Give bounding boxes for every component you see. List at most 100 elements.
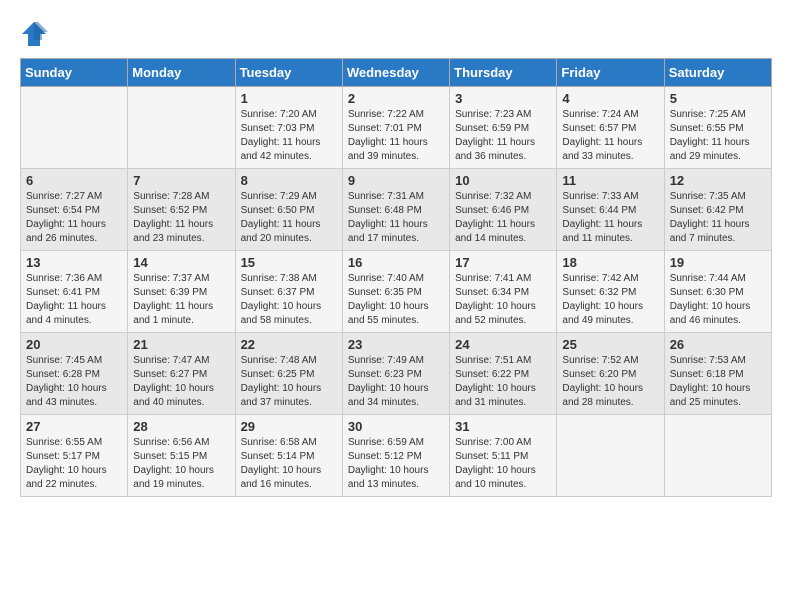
calendar-cell <box>664 415 771 497</box>
day-of-week-header: Friday <box>557 59 664 87</box>
calendar-cell: 13 Sunrise: 7:36 AM Sunset: 6:41 PM Dayli… <box>21 251 128 333</box>
calendar-week-row: 13 Sunrise: 7:36 AM Sunset: 6:41 PM Dayli… <box>21 251 772 333</box>
day-number: 9 <box>348 173 444 188</box>
cell-content: Sunrise: 7:35 AM Sunset: 6:42 PM Dayligh… <box>670 190 766 246</box>
calendar-cell: 31 Sunrise: 7:00 AM Sunset: 5:11 PM Dayli… <box>450 415 557 497</box>
day-number: 5 <box>670 91 766 106</box>
day-number: 10 <box>455 173 551 188</box>
cell-content: Sunrise: 7:40 AM Sunset: 6:35 PM Dayligh… <box>348 272 444 328</box>
calendar-cell: 2Sunrise: 7:22 AM Sunset: 7:01 PM Daylig… <box>342 87 449 169</box>
day-number: 14 <box>133 255 229 270</box>
cell-content: Sunrise: 7:49 AM Sunset: 6:23 PM Dayligh… <box>348 354 444 410</box>
calendar-cell: 8 Sunrise: 7:29 AM Sunset: 6:50 PM Daylig… <box>235 169 342 251</box>
day-number: 8 <box>241 173 337 188</box>
logo-icon <box>20 20 48 48</box>
calendar-cell: 23 Sunrise: 7:49 AM Sunset: 6:23 PM Dayli… <box>342 333 449 415</box>
day-number: 25 <box>562 337 658 352</box>
day-of-week-header: Thursday <box>450 59 557 87</box>
cell-content: Sunrise: 7:47 AM Sunset: 6:27 PM Dayligh… <box>133 354 229 410</box>
calendar-week-row: 1 Sunrise: 7:20 AM Sunset: 7:03 PM Daylig… <box>21 87 772 169</box>
day-number: 13 <box>26 255 122 270</box>
calendar-cell: 17 Sunrise: 7:41 AM Sunset: 6:34 PM Dayli… <box>450 251 557 333</box>
day-number: 20 <box>26 337 122 352</box>
calendar-cell: 3Sunrise: 7:23 AM Sunset: 6:59 PM Daylig… <box>450 87 557 169</box>
cell-content: Sunrise: 7:24 AM Sunset: 6:57 PM Dayligh… <box>562 108 658 164</box>
cell-content: Sunrise: 7:31 AM Sunset: 6:48 PM Dayligh… <box>348 190 444 246</box>
cell-content: Sunrise: 7:20 AM Sunset: 7:03 PM Dayligh… <box>241 108 337 164</box>
day-number: 1 <box>241 91 337 106</box>
cell-content: Sunrise: 7:25 AM Sunset: 6:55 PM Dayligh… <box>670 108 766 164</box>
calendar-cell: 6 Sunrise: 7:27 AM Sunset: 6:54 PM Daylig… <box>21 169 128 251</box>
calendar-cell: 1 Sunrise: 7:20 AM Sunset: 7:03 PM Daylig… <box>235 87 342 169</box>
cell-content: Sunrise: 6:56 AM Sunset: 5:15 PM Dayligh… <box>133 436 229 492</box>
day-number: 23 <box>348 337 444 352</box>
day-number: 18 <box>562 255 658 270</box>
cell-content: Sunrise: 7:27 AM Sunset: 6:54 PM Dayligh… <box>26 190 122 246</box>
calendar-cell: 26 Sunrise: 7:53 AM Sunset: 6:18 PM Dayli… <box>664 333 771 415</box>
page-header <box>20 20 772 48</box>
cell-content: Sunrise: 7:51 AM Sunset: 6:22 PM Dayligh… <box>455 354 551 410</box>
calendar-cell <box>21 87 128 169</box>
cell-content: Sunrise: 6:58 AM Sunset: 5:14 PM Dayligh… <box>241 436 337 492</box>
day-number: 31 <box>455 419 551 434</box>
cell-content: Sunrise: 7:48 AM Sunset: 6:25 PM Dayligh… <box>241 354 337 410</box>
day-number: 16 <box>348 255 444 270</box>
day-number: 30 <box>348 419 444 434</box>
calendar-cell: 16 Sunrise: 7:40 AM Sunset: 6:35 PM Dayli… <box>342 251 449 333</box>
calendar-header-row: SundayMondayTuesdayWednesdayThursdayFrid… <box>21 59 772 87</box>
cell-content: Sunrise: 7:29 AM Sunset: 6:50 PM Dayligh… <box>241 190 337 246</box>
day-number: 6 <box>26 173 122 188</box>
day-number: 7 <box>133 173 229 188</box>
day-number: 29 <box>241 419 337 434</box>
cell-content: Sunrise: 7:44 AM Sunset: 6:30 PM Dayligh… <box>670 272 766 328</box>
day-number: 3 <box>455 91 551 106</box>
day-number: 22 <box>241 337 337 352</box>
cell-content: Sunrise: 7:53 AM Sunset: 6:18 PM Dayligh… <box>670 354 766 410</box>
day-number: 21 <box>133 337 229 352</box>
cell-content: Sunrise: 7:42 AM Sunset: 6:32 PM Dayligh… <box>562 272 658 328</box>
cell-content: Sunrise: 7:33 AM Sunset: 6:44 PM Dayligh… <box>562 190 658 246</box>
cell-content: Sunrise: 7:00 AM Sunset: 5:11 PM Dayligh… <box>455 436 551 492</box>
calendar-cell: 30 Sunrise: 6:59 AM Sunset: 5:12 PM Dayli… <box>342 415 449 497</box>
day-number: 28 <box>133 419 229 434</box>
calendar-cell: 18 Sunrise: 7:42 AM Sunset: 6:32 PM Dayli… <box>557 251 664 333</box>
cell-content: Sunrise: 7:22 AM Sunset: 7:01 PM Dayligh… <box>348 108 444 164</box>
day-number: 24 <box>455 337 551 352</box>
calendar-cell: 5 Sunrise: 7:25 AM Sunset: 6:55 PM Daylig… <box>664 87 771 169</box>
cell-content: Sunrise: 6:55 AM Sunset: 5:17 PM Dayligh… <box>26 436 122 492</box>
cell-content: Sunrise: 7:45 AM Sunset: 6:28 PM Dayligh… <box>26 354 122 410</box>
calendar-cell: 20 Sunrise: 7:45 AM Sunset: 6:28 PM Dayli… <box>21 333 128 415</box>
day-number: 11 <box>562 173 658 188</box>
calendar-cell: 28 Sunrise: 6:56 AM Sunset: 5:15 PM Dayli… <box>128 415 235 497</box>
day-number: 12 <box>670 173 766 188</box>
calendar-cell: 15Sunrise: 7:38 AM Sunset: 6:37 PM Dayli… <box>235 251 342 333</box>
calendar-cell: 29 Sunrise: 6:58 AM Sunset: 5:14 PM Dayli… <box>235 415 342 497</box>
calendar-cell: 4 Sunrise: 7:24 AM Sunset: 6:57 PM Daylig… <box>557 87 664 169</box>
cell-content: Sunrise: 7:36 AM Sunset: 6:41 PM Dayligh… <box>26 272 122 328</box>
day-of-week-header: Monday <box>128 59 235 87</box>
calendar-cell: 10 Sunrise: 7:32 AM Sunset: 6:46 PM Dayli… <box>450 169 557 251</box>
calendar-cell: 7 Sunrise: 7:28 AM Sunset: 6:52 PM Daylig… <box>128 169 235 251</box>
calendar-cell: 12 Sunrise: 7:35 AM Sunset: 6:42 PM Dayli… <box>664 169 771 251</box>
cell-content: Sunrise: 7:28 AM Sunset: 6:52 PM Dayligh… <box>133 190 229 246</box>
day-number: 17 <box>455 255 551 270</box>
calendar-cell: 11 Sunrise: 7:33 AM Sunset: 6:44 PM Dayli… <box>557 169 664 251</box>
cell-content: Sunrise: 7:38 AM Sunset: 6:37 PM Dayligh… <box>241 272 337 328</box>
day-number: 26 <box>670 337 766 352</box>
calendar-cell <box>128 87 235 169</box>
logo <box>20 20 52 48</box>
day-number: 19 <box>670 255 766 270</box>
calendar-cell: 25Sunrise: 7:52 AM Sunset: 6:20 PM Dayli… <box>557 333 664 415</box>
calendar-cell: 9 Sunrise: 7:31 AM Sunset: 6:48 PM Daylig… <box>342 169 449 251</box>
calendar-cell <box>557 415 664 497</box>
calendar-week-row: 20 Sunrise: 7:45 AM Sunset: 6:28 PM Dayli… <box>21 333 772 415</box>
cell-content: Sunrise: 7:32 AM Sunset: 6:46 PM Dayligh… <box>455 190 551 246</box>
calendar-cell: 27 Sunrise: 6:55 AM Sunset: 5:17 PM Dayli… <box>21 415 128 497</box>
cell-content: Sunrise: 7:41 AM Sunset: 6:34 PM Dayligh… <box>455 272 551 328</box>
day-number: 4 <box>562 91 658 106</box>
day-of-week-header: Wednesday <box>342 59 449 87</box>
calendar-cell: 22 Sunrise: 7:48 AM Sunset: 6:25 PM Dayli… <box>235 333 342 415</box>
day-number: 27 <box>26 419 122 434</box>
calendar-table: SundayMondayTuesdayWednesdayThursdayFrid… <box>20 58 772 497</box>
cell-content: Sunrise: 6:59 AM Sunset: 5:12 PM Dayligh… <box>348 436 444 492</box>
